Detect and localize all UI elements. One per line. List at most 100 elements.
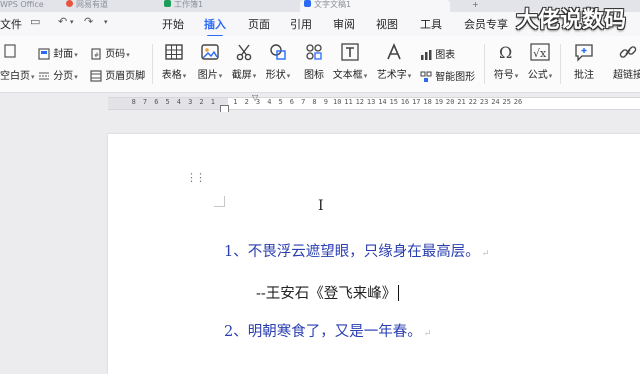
menu-review[interactable]: 审阅 [333,16,355,32]
ruler-number: 3 [188,98,193,106]
ruler-number: 18 [423,98,432,106]
smartart-icon [420,71,432,82]
tab-doc-1[interactable]: 网易有道 [62,0,154,12]
chevron-down-icon: ▾ [548,72,553,80]
page-number-button[interactable]: # 页码▾ [90,45,130,60]
comment-button[interactable]: 批注 [564,42,604,81]
chevron-down-icon[interactable]: ▾ [104,18,108,26]
chevron-down-icon: ▾ [74,73,78,81]
ribbon-toolbar: 空白页▾ 封面▾ 分页▾ # 页码▾ 页眉页脚 表格▾ 图片▾ 截屏▾ 形状▾ … [0,36,640,93]
ruler-number: 7 [301,98,306,106]
comment-icon [575,44,593,62]
tab-wps-office[interactable]: WPS Office [0,0,52,12]
tab-label: 文字文稿1 [314,0,352,9]
chart-label: 图表 [435,50,456,61]
menu-reference[interactable]: 引用 [290,16,312,32]
page-layout-icon[interactable] [4,44,16,58]
ruler-number: 2 [199,98,204,106]
cover-button[interactable]: 封面▾ [38,45,78,60]
drag-handle-icon[interactable]: ⋮⋮ [186,171,206,184]
horizontal-ruler[interactable]: 8 7 6 5 4 3 2 1 1 2 3 4 5 6 7 8 9 10 11 12 13 14 15 16 17 18 19 20 2… [0,93,640,113]
omega-icon: Ω [499,43,512,62]
hyperlink-button[interactable]: 超链接 [606,42,640,81]
watermark: 大佬说数码 [516,8,627,33]
ruler-number: 2 [244,98,249,106]
menu-view[interactable]: 视图 [376,16,398,32]
link-icon [619,46,637,58]
ruler-number: 20 [446,98,455,106]
line-3-text: 2、明朝寒食了，又是一年春。 [224,324,422,340]
line-3[interactable]: 2、明朝寒食了，又是一年春。 ↵ [224,320,431,341]
wordart-button[interactable]: 艺术字▾ [374,42,414,81]
table-label: 表格 [161,70,182,81]
app-icon [66,0,73,7]
tab-label: 工作簿1 [174,0,204,9]
ruler-number: 1 [210,98,215,106]
spreadsheet-icon [164,0,171,7]
ruler-number: 6 [289,98,295,106]
ruler-number: 19 [434,98,444,106]
hyperlink-label: 超链接 [613,70,640,81]
chart-button[interactable]: 图表 [420,46,455,61]
shape-button[interactable]: 形状▾ [258,42,298,81]
shape-label: 形状 [265,70,286,81]
ruler-number: 14 [378,98,387,106]
cover-label: 封面 [53,49,74,60]
cover-icon [38,48,50,60]
chart-icon [421,50,432,60]
tab-spreadsheet[interactable]: 工作簿1 [160,0,252,12]
first-line-indent-marker[interactable]: ▽ [252,93,258,102]
menu-insert[interactable]: 插入 [204,16,226,37]
chevron-down-icon[interactable]: ▾ [70,18,74,26]
ruler-number: 6 [154,98,159,106]
undo-icon[interactable]: ↶ [58,15,67,28]
ruler-number: 11 [344,98,353,106]
ruler-number: 25 [502,98,511,106]
ruler-number: 1 [233,98,238,106]
header-footer-label: 页眉页脚 [105,71,146,82]
menu-page[interactable]: 页面 [248,16,270,32]
divider [152,44,153,84]
menu-file[interactable]: 文件 [0,16,22,32]
table-icon [165,44,183,60]
section-button[interactable]: 分页▾ [38,67,78,82]
chevron-down-icon: ▾ [218,72,223,80]
picture-label: 图片 [197,70,218,81]
svg-text:#: # [94,52,99,59]
menu-tools[interactable]: 工具 [420,16,442,32]
table-button[interactable]: 表格▾ [154,42,194,81]
blank-page-label: 空白页 [0,71,30,82]
save-icon[interactable]: ▭ [30,15,40,28]
header-footer-button[interactable]: 页眉页脚 [90,67,145,82]
divider [560,44,561,84]
textbox-label: 文本框 [332,70,363,81]
scissors-icon [236,44,252,61]
smartart-button[interactable]: 智能图形 [420,68,475,83]
comment-label: 批注 [574,70,594,81]
shape-icon [270,44,286,60]
blank-page-button[interactable]: 空白页▾ [0,67,35,82]
ruler-number: 26 [513,98,523,106]
icon-button[interactable]: 图标 [294,42,334,81]
formula-button[interactable]: √x 公式▾ [520,42,560,81]
new-tab-icon[interactable]: + [472,0,482,12]
ruler-number: 5 [278,98,283,106]
tab-label: 网易有道 [76,0,108,9]
line-2[interactable]: --王安石《登飞来峰》 [256,282,400,303]
menu-member[interactable]: 会员专享 [464,16,508,32]
chevron-down-icon: ▾ [363,72,368,80]
line-1[interactable]: 1、不畏浮云遮望眼，只缘身在最高层。 ↵ [224,240,489,261]
ruler-number: 9 [323,98,328,106]
picture-icon [201,44,219,60]
chevron-down-icon: ▾ [252,72,257,80]
redo-icon[interactable]: ↷ [84,15,93,28]
tab-document[interactable]: 文字文稿1 [300,0,450,12]
ruler-number: 16 [400,98,410,106]
textbox-button[interactable]: 文本框▾ [330,42,370,81]
ruler-number: 4 [267,98,272,106]
menu-start[interactable]: 开始 [162,16,184,32]
chevron-down-icon: ▾ [182,72,187,80]
chevron-down-icon: ▾ [286,72,291,80]
formula-label: 公式 [527,70,548,81]
section-label: 分页 [53,71,74,82]
